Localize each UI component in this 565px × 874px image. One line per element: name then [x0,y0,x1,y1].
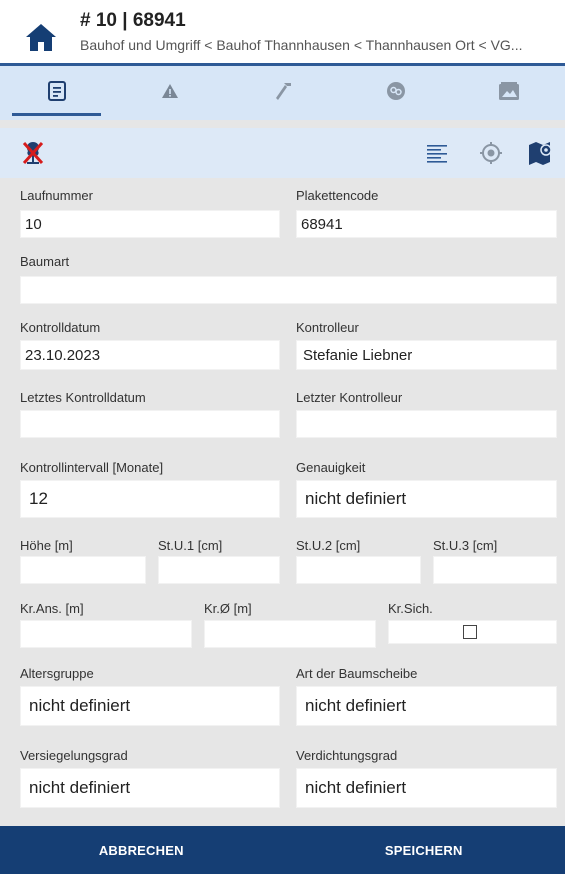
altersgruppe-select[interactable]: nicht definiert [20,686,280,726]
cancel-button[interactable]: ABBRECHEN [0,826,283,874]
fungus-icon [386,81,406,106]
tab-details[interactable] [0,66,113,120]
genauigkeit-select[interactable]: nicht definiert [296,480,557,518]
map-marker-icon[interactable] [528,140,554,166]
tree-crossed-icon[interactable] [20,140,46,166]
tab-images[interactable] [452,66,565,120]
breadcrumb: Bauhof und Umgriff < Bauhof Thannhausen … [80,37,523,53]
plakettencode-field[interactable]: 68941 [296,210,557,238]
krsich-container [388,620,557,644]
align-left-icon[interactable] [424,140,450,166]
hammer-icon [272,80,294,107]
letzter-kontrolleur-label: Letzter Kontrolleur [296,390,403,405]
baumart-field[interactable] [20,276,557,304]
tab-bar [0,66,565,120]
laufnummer-label: Laufnummer [20,188,93,203]
letztes-kontrolldatum-label: Letztes Kontrolldatum [20,390,146,405]
letztes-kontrolldatum-field[interactable] [20,410,280,438]
stu2-field[interactable] [296,556,421,584]
tab-diseases[interactable] [339,66,452,120]
stu2-label: St.U.2 [cm] [296,538,361,553]
krdurch-label: Kr.Ø [m] [204,601,252,616]
versiegelungsgrad-select[interactable]: nicht definiert [20,768,280,808]
stu1-label: St.U.1 [cm] [158,538,223,553]
hoehe-field[interactable] [20,556,146,584]
toolbar [0,128,565,178]
app-screen: # 10 | 68941 Bauhof und Umgriff < Bauhof… [0,0,565,874]
laufnummer-field[interactable]: 10 [20,210,280,238]
tab-defects[interactable] [113,66,226,120]
krsich-checkbox[interactable] [463,625,477,639]
stu3-label: St.U.3 [cm] [433,538,498,553]
stu3-field[interactable] [433,556,557,584]
footer-bar: ABBRECHEN SPEICHERN [0,826,565,874]
krsich-label: Kr.Sich. [388,601,433,616]
home-icon[interactable] [24,20,58,54]
altersgruppe-label: Altersgruppe [20,666,94,681]
krans-label: Kr.Ans. [m] [20,601,84,616]
hoehe-label: Höhe [m] [20,538,73,553]
kontrollintervall-label: Kontrollintervall [Monate] [20,460,164,475]
image-icon [498,81,520,106]
krdurch-field[interactable] [204,620,376,648]
stu1-field[interactable] [158,556,280,584]
document-icon [47,80,66,106]
kontrolldatum-field[interactable]: 23.10.2023 [20,340,280,370]
baumscheibe-label: Art der Baumscheibe [296,666,418,681]
baumart-label: Baumart [20,254,70,269]
krans-field[interactable] [20,620,192,648]
kontrollintervall-field[interactable]: 12 [20,480,280,518]
verdichtungsgrad-select[interactable]: nicht definiert [296,768,557,808]
target-icon[interactable] [478,140,504,166]
plakettencode-label: Plakettencode [296,188,379,203]
warning-icon [161,83,179,104]
tree-form: Laufnummer 10 Plakettencode 68941 Baumar… [0,178,565,826]
kontrolldatum-label: Kontrolldatum [20,320,101,335]
tab-measures[interactable] [226,66,339,120]
kontrolleur-field[interactable]: Stefanie Liebner [296,340,557,370]
save-button[interactable]: SPEICHERN [283,826,565,874]
verdichtungsgrad-label: Verdichtungsgrad [296,748,398,763]
page-title: # 10 | 68941 [80,10,186,31]
kontrolleur-label: Kontrolleur [296,320,359,335]
header: # 10 | 68941 Bauhof und Umgriff < Bauhof… [0,0,565,66]
versiegelungsgrad-label: Versiegelungsgrad [20,748,128,763]
letzter-kontrolleur-field[interactable] [296,410,557,438]
genauigkeit-label: Genauigkeit [296,460,366,475]
baumscheibe-select[interactable]: nicht definiert [296,686,557,726]
